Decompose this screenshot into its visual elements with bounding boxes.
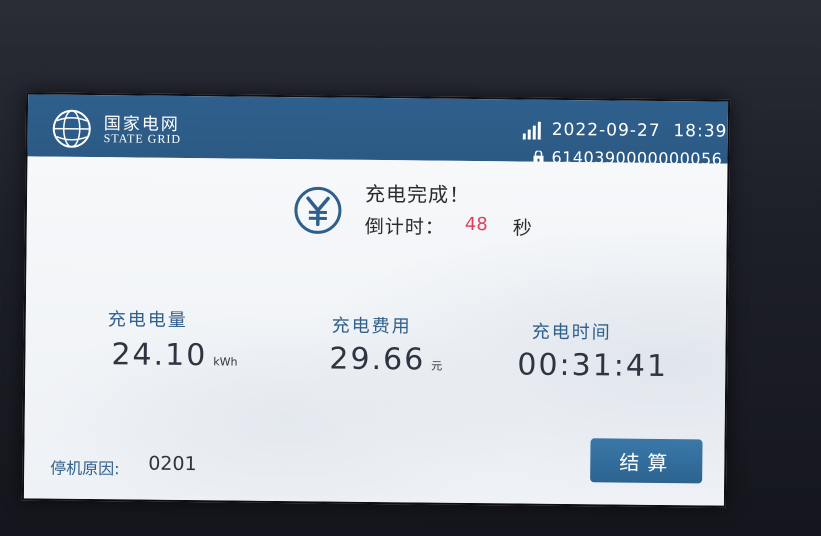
charge-cost-label: 充电费用 (331, 315, 412, 338)
charger-screen: 国家电网 State Grid 2022-09-27 18:39 6140390… (21, 92, 731, 508)
charged-energy-unit: kWh (213, 355, 238, 369)
charge-cost-value: 29.66 元 (329, 342, 442, 378)
charge-cost-number: 29.66 (329, 341, 426, 378)
countdown-unit: 秒 (512, 217, 532, 240)
settle-button[interactable]: 结算 (590, 438, 703, 484)
state-grid-logo-icon (52, 109, 92, 149)
signal-strength-icon (522, 121, 545, 140)
charged-energy-value: 24.10 kWh (111, 337, 237, 373)
charge-cost-unit: 元 (431, 359, 443, 373)
countdown-value: 48 (464, 213, 488, 236)
charged-energy-label: 充电电量 (107, 309, 188, 332)
yen-icon (293, 185, 344, 236)
header-bar: 国家电网 State Grid 2022-09-27 18:39 6140390… (27, 94, 729, 169)
brand-name-en: State Grid (103, 131, 182, 146)
charge-status-title: 充电完成！ (364, 181, 471, 207)
charge-time-value: 00:31:41 (517, 347, 669, 385)
charge-time-label: 充电时间 (531, 321, 612, 344)
stop-reason-label: 停机原因: (50, 458, 120, 479)
charged-energy-number: 24.10 (111, 337, 208, 374)
countdown-label: 倒计时： (364, 215, 445, 239)
stop-reason-value: 0201 (148, 452, 197, 476)
datetime-display: 2022-09-27 18:39 (551, 119, 728, 142)
main-content: 充电完成！ 倒计时： 48 秒 充电电量 24.10 kWh 充电费用 29.66… (23, 156, 728, 506)
